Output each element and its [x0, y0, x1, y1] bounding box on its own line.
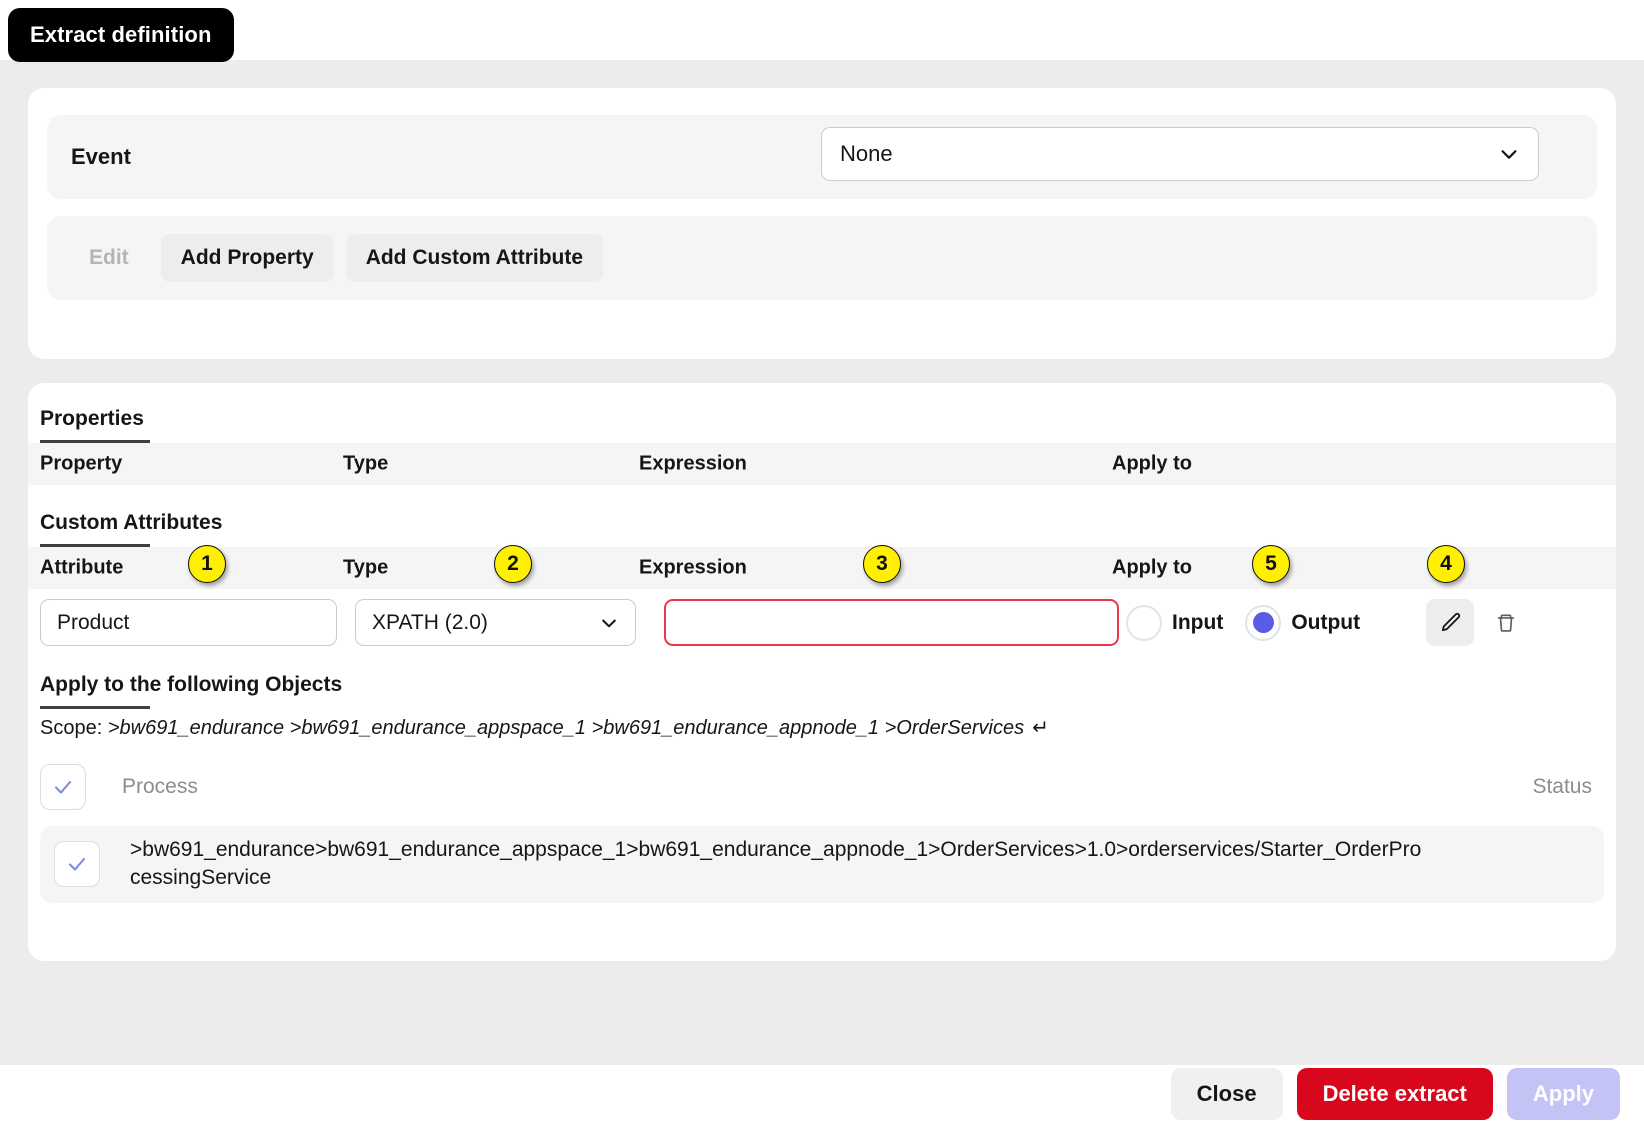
delete-extract-button[interactable]: Delete extract: [1296, 1067, 1493, 1120]
custom-attributes-table-header: Attribute Type Expression Apply to 1 2 3…: [28, 545, 1616, 589]
properties-table-header: Property Type Expression Apply to: [28, 443, 1616, 485]
custom-attributes-col-apply-to: Apply to: [1112, 556, 1192, 579]
check-icon: [68, 858, 86, 871]
annotation-badge-2: 2: [494, 545, 532, 583]
apply-to-output-radio[interactable]: [1245, 604, 1282, 641]
event-row: Event None: [47, 115, 1597, 199]
attribute-toolbar: Edit Add Property Add Custom Attribute: [47, 216, 1597, 300]
custom-attributes-heading: Custom Attributes: [40, 511, 223, 534]
scope-path-value: >bw691_endurance >bw691_endurance_appspa…: [107, 717, 1025, 739]
custom-attributes-col-type: Type: [343, 556, 389, 579]
scope-enter-icon: ↵: [1032, 717, 1049, 739]
properties-col-property: Property: [40, 452, 123, 475]
apply-button[interactable]: Apply: [1506, 1067, 1620, 1120]
add-property-button[interactable]: Add Property: [160, 234, 334, 282]
properties-col-type: Type: [343, 452, 389, 475]
event-card: Event None Edit Add Property Add Custom …: [28, 88, 1616, 359]
edit-button[interactable]: Edit: [69, 234, 149, 282]
custom-attributes-col-attribute: Attribute: [40, 556, 124, 579]
process-list-item[interactable]: >bw691_endurance>bw691_endurance_appspac…: [40, 826, 1604, 903]
properties-col-apply-to: Apply to: [1112, 452, 1192, 475]
scope-prefix-label: Scope:: [40, 717, 108, 739]
dialog-footer: Close Delete extract Apply: [0, 1065, 1644, 1122]
page-title-badge: Extract definition: [8, 8, 234, 62]
annotation-badge-3: 3: [863, 545, 901, 583]
properties-heading: Properties: [40, 407, 144, 430]
attribute-type-value: XPATH (2.0): [372, 610, 488, 634]
edit-attribute-button[interactable]: [1426, 599, 1474, 646]
attribute-expression-input[interactable]: [664, 599, 1119, 646]
annotation-badge-4: 4: [1427, 545, 1465, 583]
definition-card: Properties Property Type Expression Appl…: [28, 383, 1616, 961]
custom-attributes-col-expression: Expression: [639, 556, 747, 579]
custom-attributes-section-header: Custom Attributes: [28, 511, 1616, 541]
trash-icon: [1497, 613, 1515, 632]
apply-to-input-label: Input: [1172, 610, 1224, 634]
event-select-value: None: [840, 141, 893, 166]
properties-section-header: Properties: [28, 407, 1616, 437]
select-all-checkbox[interactable]: [40, 764, 86, 810]
scope-row: Scope: >bw691_endurance >bw691_endurance…: [28, 715, 1616, 740]
apply-to-radio-group: Input Output: [1126, 599, 1382, 646]
extract-definition-dialog: Extract definition Event None Edit Add P…: [0, 0, 1644, 1122]
annotation-badge-1: 1: [188, 545, 226, 583]
process-column-label: Process: [122, 775, 198, 798]
attribute-name-value: Product: [57, 610, 130, 634]
apply-objects-heading: Apply to the following Objects: [40, 673, 343, 696]
apply-objects-section: Apply to the following Objects: [28, 673, 1616, 703]
add-custom-attribute-button[interactable]: Add Custom Attribute: [345, 234, 604, 282]
chevron-down-icon: [1501, 150, 1517, 159]
process-table-header: Process Status: [28, 756, 1616, 818]
process-item-path: >bw691_endurance>bw691_endurance_appspac…: [130, 838, 1422, 890]
attribute-name-input[interactable]: Product: [40, 599, 337, 646]
dialog-body: Event None Edit Add Property Add Custom …: [0, 60, 1644, 1065]
custom-attribute-row: Product XPATH (2.0) Input Output: [28, 595, 1616, 657]
close-button[interactable]: Close: [1170, 1067, 1283, 1120]
apply-to-output-label: Output: [1291, 610, 1361, 634]
chevron-down-icon: [602, 619, 616, 627]
apply-objects-heading-rule: [40, 706, 150, 709]
status-column-label: Status: [1532, 775, 1592, 798]
check-icon: [54, 780, 72, 794]
delete-attribute-button[interactable]: [1482, 599, 1530, 646]
pencil-icon: [1441, 612, 1460, 632]
event-select[interactable]: None: [821, 127, 1539, 181]
event-label: Event: [71, 144, 131, 169]
process-item-checkbox[interactable]: [54, 841, 100, 888]
apply-to-input-radio[interactable]: [1126, 604, 1162, 641]
annotation-badge-5: 5: [1252, 545, 1290, 583]
properties-col-expression: Expression: [639, 452, 747, 475]
attribute-type-select[interactable]: XPATH (2.0): [355, 599, 636, 646]
